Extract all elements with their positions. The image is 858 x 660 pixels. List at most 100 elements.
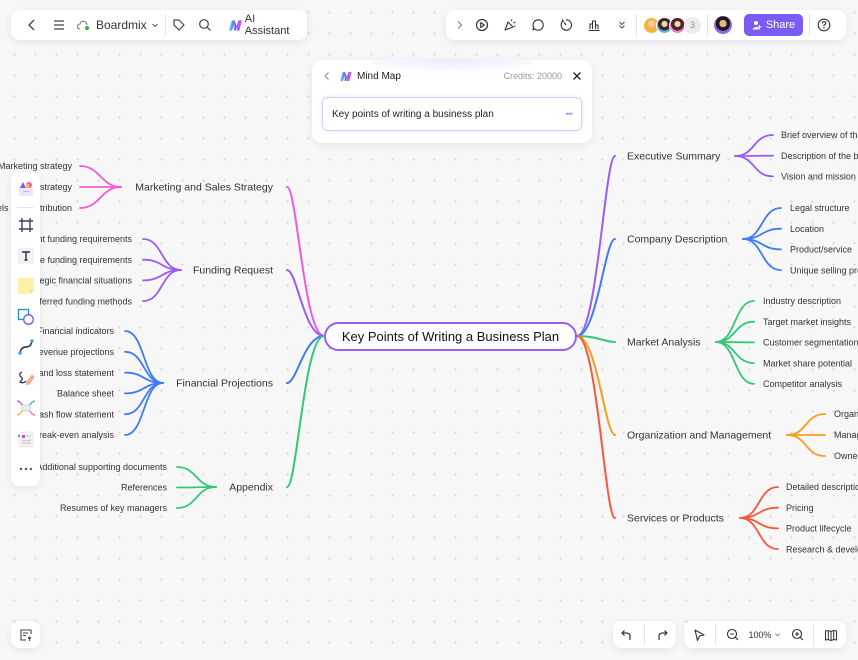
branch-node[interactable]: Financial Projections bbox=[176, 378, 273, 390]
cloud-synced-icon bbox=[76, 20, 89, 30]
ai-assistant-button[interactable]: AI Assistant bbox=[228, 13, 299, 37]
more-horizontal-icon bbox=[19, 467, 32, 471]
leaf-node[interactable]: Break-even analysis bbox=[33, 430, 115, 440]
leaf-node[interactable]: Organizational structure bbox=[834, 409, 858, 419]
branch-node[interactable]: Services or Products bbox=[627, 513, 724, 525]
text-tool[interactable] bbox=[11, 243, 40, 269]
leaf-node[interactable]: Legal structure bbox=[790, 203, 850, 213]
mind-map-icon bbox=[16, 400, 35, 416]
leaf-node[interactable]: Product/service bbox=[790, 245, 852, 255]
expand-toolbar-button[interactable] bbox=[452, 11, 468, 39]
help-circle-icon bbox=[817, 18, 831, 32]
leaf-node[interactable]: Resumes of key managers bbox=[60, 503, 168, 513]
sticky-note-tool[interactable] bbox=[11, 273, 40, 299]
leaf-node[interactable]: Additional supporting documents bbox=[36, 462, 167, 472]
dialog-back-button[interactable] bbox=[322, 71, 332, 81]
templates-button[interactable] bbox=[11, 176, 40, 202]
leaf-node[interactable]: Marketing strategy bbox=[0, 161, 72, 171]
divider bbox=[17, 206, 34, 208]
more-tools-button[interactable] bbox=[608, 11, 636, 39]
leaf-node[interactable]: Management team bbox=[834, 430, 858, 440]
leaf-node[interactable]: Balance sheet bbox=[57, 389, 115, 399]
map-view-button[interactable] bbox=[824, 628, 838, 642]
mind-map-root-node[interactable]: Key Points of Writing a Business Plan bbox=[324, 322, 577, 351]
zoom-in-button[interactable] bbox=[791, 628, 804, 641]
branch-node[interactable]: Marketing and Sales Strategy bbox=[135, 182, 273, 194]
zoom-level-dropdown[interactable]: 100% bbox=[748, 630, 781, 640]
branch-node[interactable]: Executive Summary bbox=[627, 151, 721, 163]
shape-tool[interactable] bbox=[11, 304, 40, 330]
comment-button[interactable] bbox=[524, 11, 552, 39]
connector-tool[interactable] bbox=[11, 334, 40, 360]
mind-map-prompt-input[interactable]: Key points of writing a business plan ••… bbox=[322, 97, 582, 131]
tag-button[interactable] bbox=[166, 11, 192, 39]
leaf-connector bbox=[79, 165, 122, 188]
top-right-toolbar: 3 Share bbox=[446, 10, 846, 40]
branch-connector bbox=[576, 335, 616, 436]
leaf-node[interactable]: Pricing bbox=[786, 503, 814, 513]
pen-tool[interactable] bbox=[11, 365, 40, 391]
table-tool[interactable] bbox=[11, 426, 40, 452]
left-creation-toolbar bbox=[11, 172, 40, 486]
present-button[interactable] bbox=[468, 11, 496, 39]
leaf-node[interactable]: Description of the business bbox=[781, 151, 858, 161]
more-tools-button[interactable] bbox=[11, 456, 40, 482]
redo-button[interactable] bbox=[656, 628, 670, 642]
chevron-down-icon bbox=[151, 23, 158, 28]
leaf-node[interactable]: Market share potential bbox=[763, 358, 852, 368]
leaf-connector bbox=[124, 382, 164, 436]
comment-icon bbox=[532, 19, 544, 31]
board-name: Boardmix bbox=[95, 18, 147, 32]
divider bbox=[636, 14, 637, 36]
collaborator-avatars[interactable]: 3 bbox=[643, 16, 701, 34]
sticky-note-icon bbox=[17, 278, 34, 294]
dialog-close-button[interactable] bbox=[572, 71, 582, 81]
outline-button[interactable] bbox=[19, 628, 33, 642]
timer-button[interactable] bbox=[552, 11, 580, 39]
branch-node[interactable]: Market Analysis bbox=[627, 337, 701, 349]
undo-button[interactable] bbox=[619, 628, 633, 642]
leaf-node[interactable]: Research & development bbox=[786, 544, 858, 554]
leaf-node[interactable]: References bbox=[121, 483, 168, 493]
mind-map-tool[interactable] bbox=[11, 395, 40, 421]
search-button[interactable] bbox=[192, 11, 218, 39]
cursor-arrow-icon bbox=[694, 628, 705, 641]
branch-node[interactable]: Organization and Management bbox=[627, 430, 771, 442]
vote-button[interactable] bbox=[580, 11, 608, 39]
tag-icon bbox=[173, 19, 185, 31]
share-button[interactable]: Share bbox=[744, 14, 803, 36]
zoom-out-button[interactable] bbox=[726, 628, 739, 641]
leaf-node[interactable]: Product lifecycle bbox=[786, 524, 852, 534]
leaf-node[interactable]: Cash flow statement bbox=[32, 409, 114, 419]
branch-node[interactable]: Company Description bbox=[627, 234, 728, 246]
branch-connector bbox=[286, 335, 325, 488]
user-plus-icon bbox=[752, 21, 762, 30]
current-user-avatar[interactable] bbox=[714, 16, 732, 34]
leaf-node[interactable]: Location bbox=[790, 224, 824, 234]
connector-line-icon bbox=[17, 339, 34, 355]
history-toolbar bbox=[613, 621, 676, 648]
menu-button[interactable] bbox=[45, 11, 71, 39]
board-name-dropdown[interactable]: Boardmix bbox=[76, 18, 159, 32]
leaf-node[interactable]: Ownership bbox=[834, 451, 858, 461]
leaf-node[interactable]: Financial indicators bbox=[37, 326, 115, 336]
leaf-node[interactable]: Vision and mission statement bbox=[781, 172, 858, 182]
prompt-text: Key points of writing a business plan bbox=[332, 108, 494, 120]
leaf-node[interactable]: Industry description bbox=[763, 296, 841, 306]
back-button[interactable] bbox=[19, 11, 45, 39]
select-tool-button[interactable] bbox=[692, 628, 706, 642]
help-button[interactable] bbox=[810, 11, 838, 39]
celebrate-button[interactable] bbox=[496, 11, 524, 39]
chevron-left-icon bbox=[28, 19, 35, 31]
leaf-node[interactable]: Customer segmentation bbox=[763, 338, 858, 348]
frame-tool[interactable] bbox=[11, 212, 40, 238]
leaf-node[interactable]: Unique selling proposition bbox=[790, 265, 858, 275]
branch-node[interactable]: Appendix bbox=[229, 482, 274, 494]
leaf-node[interactable]: Preferred funding methods bbox=[25, 296, 132, 306]
branch-node[interactable]: Funding Request bbox=[193, 265, 273, 277]
leaf-node[interactable]: Target market insights bbox=[763, 317, 852, 327]
leaf-node[interactable]: Brief overview of the business bbox=[781, 130, 858, 140]
leaf-node[interactable]: Competitor analysis bbox=[763, 379, 843, 389]
leaf-node[interactable]: Detailed description bbox=[786, 482, 858, 492]
leaf-node[interactable]: Revenue projections bbox=[32, 347, 115, 357]
